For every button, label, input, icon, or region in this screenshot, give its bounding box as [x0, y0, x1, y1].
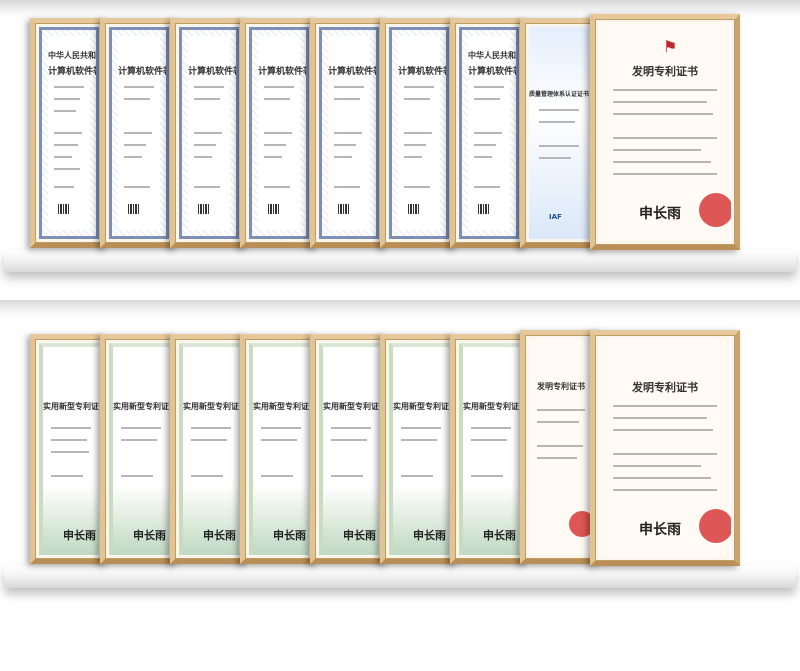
cert-title-line2: 计算机软件著作权登记证书	[258, 67, 309, 77]
red-seal-icon	[699, 509, 731, 543]
utility-title: 实用新型专利证书	[43, 402, 99, 411]
utility-title: 实用新型专利证书	[183, 402, 239, 411]
utility-title: 实用新型专利证书	[393, 402, 449, 411]
software-copyright-certificate: 计算机软件著作权登记证书	[310, 18, 388, 248]
top-shelf-board	[4, 250, 796, 272]
patent-signature: 申长雨	[639, 206, 681, 222]
bottom-shelf-board	[4, 566, 796, 588]
cert-title-line2: 计算机软件著作权登记证书	[398, 67, 449, 77]
utility-patent-certificate: 实用新型专利证书 申长雨	[450, 334, 528, 564]
iaf-badge: IAF	[549, 213, 562, 221]
cert-title-line1: 中华人民共和国国家版权局	[48, 51, 96, 60]
quality-cert-title: 质量管理体系认证证书	[529, 91, 589, 98]
utility-patent-certificate: 实用新型专利证书 申长雨	[170, 334, 248, 564]
software-copyright-certificate: 计算机软件著作权登记证书	[170, 18, 248, 248]
bottom-shelf: 实用新型专利证书 申长雨 实用新型专利证书 申长雨 实用新型专利证书 申长雨 实…	[0, 300, 800, 671]
cert-title-line2: 计算机软件著作权登记证书	[48, 67, 99, 77]
patent-title: 发明专利证书	[632, 65, 698, 78]
patent-title: 发明专利证书	[632, 381, 698, 394]
cert-title-line2: 计算机软件著作权登记证书	[328, 67, 379, 77]
cert-title-line2: 计算机软件著作权登记证书	[468, 67, 519, 77]
utility-signature: 申长雨	[483, 529, 516, 542]
utility-signature: 申长雨	[63, 529, 96, 542]
software-copyright-certificate: 中华人民共和国国家版权局 计算机软件著作权登记证书	[30, 18, 108, 248]
cert-title-line1: 中华人民共和国国家版权局	[468, 51, 516, 60]
cert-title-line2: 计算机软件著作权登记证书	[188, 67, 239, 77]
utility-title: 实用新型专利证书	[463, 402, 519, 411]
utility-signature: 申长雨	[413, 529, 446, 542]
top-shelf: 中华人民共和国国家版权局 计算机软件著作权登记证书 计算机软件著作权登记证书	[0, 0, 800, 300]
utility-title: 实用新型专利证书	[323, 402, 379, 411]
quality-management-certificate: 质量管理体系认证证书 IAF	[520, 18, 598, 248]
utility-signature: 申长雨	[343, 529, 376, 542]
patent-signature: 申长雨	[639, 522, 681, 538]
cert-title-line2: 计算机软件著作权登记证书	[118, 67, 169, 77]
utility-signature: 申长雨	[273, 529, 306, 542]
utility-title: 实用新型专利证书	[253, 402, 309, 411]
patent-title: 发明专利证书	[537, 382, 585, 391]
software-copyright-certificate: 中华人民共和国国家版权局 计算机软件著作权登记证书	[450, 18, 528, 248]
utility-patent-certificate: 实用新型专利证书 申长雨	[100, 334, 178, 564]
red-seal-icon	[699, 193, 731, 227]
utility-patent-certificate: 实用新型专利证书 申长雨	[310, 334, 388, 564]
invention-patent-certificate: ⚑ 发明专利证书 申长雨	[590, 14, 740, 250]
software-copyright-certificate: 计算机软件著作权登记证书	[240, 18, 318, 248]
utility-patent-certificate: 实用新型专利证书 申长雨	[30, 334, 108, 564]
utility-patent-certificate: 实用新型专利证书 申长雨	[240, 334, 318, 564]
utility-signature: 申长雨	[133, 529, 166, 542]
utility-patent-certificate: 实用新型专利证书 申长雨	[380, 334, 458, 564]
utility-title: 实用新型专利证书	[113, 402, 169, 411]
utility-signature: 申长雨	[203, 529, 236, 542]
patent-logo-icon: ⚑	[663, 37, 678, 56]
invention-patent-certificate: 发明专利证书 申长雨	[590, 330, 740, 566]
software-copyright-certificate: 计算机软件著作权登记证书	[100, 18, 178, 248]
software-copyright-certificate: 计算机软件著作权登记证书	[380, 18, 458, 248]
bottom-shelf-backdrop	[0, 300, 800, 318]
